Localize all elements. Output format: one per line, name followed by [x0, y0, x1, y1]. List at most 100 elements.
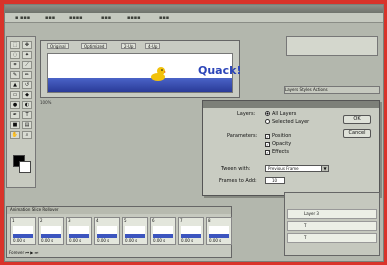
- tab-4-up[interactable]: 4-Up: [145, 43, 161, 49]
- frame-delay[interactable]: 0.00 s: [181, 238, 193, 243]
- layers-label: Layers:: [237, 111, 256, 117]
- chevron-down-icon: ▼: [321, 166, 328, 171]
- title-bar: [5, 5, 383, 13]
- tab-animation[interactable]: Animation: [10, 207, 30, 212]
- shape-tool-icon[interactable]: ■: [10, 121, 20, 129]
- frame-delay[interactable]: 0.00 s: [97, 238, 109, 243]
- loop-select[interactable]: Forever: [9, 250, 24, 255]
- cancel-button[interactable]: Cancel: [343, 129, 371, 138]
- opacity-checkbox[interactable]: ✓ Opacity: [265, 141, 291, 147]
- slice-tool-icon[interactable]: ⟋: [22, 61, 32, 69]
- play-icon[interactable]: ▶: [30, 250, 33, 255]
- dodge-tool-icon[interactable]: ◐: [22, 101, 32, 109]
- checkmark-icon: ✓: [265, 142, 270, 147]
- tab-slice[interactable]: Slice: [32, 207, 41, 212]
- history-brush-icon[interactable]: ↺: [22, 81, 32, 89]
- frame-delay[interactable]: 0.00 s: [69, 238, 81, 243]
- tween-with-label: Tween with:: [221, 166, 251, 172]
- marquee-tool-icon[interactable]: ⬚: [10, 41, 20, 49]
- tween-with-select[interactable]: Previous Frame ▼: [265, 165, 329, 172]
- document-window: Original Optimized 2-Up 4-Up Quack!: [40, 40, 241, 98]
- frame-number: 6: [152, 218, 155, 223]
- tab-original[interactable]: Original: [47, 43, 69, 49]
- effects-checkbox[interactable]: ✓ Effects: [265, 149, 289, 155]
- tab-rollover[interactable]: Rollover: [42, 207, 58, 212]
- move-tool-icon[interactable]: ✥: [22, 41, 32, 49]
- panel-tab-strip: Layers Styles Actions: [284, 86, 380, 94]
- position-checkbox[interactable]: ✓ Position: [265, 133, 291, 139]
- magic-wand-icon[interactable]: ✦: [22, 51, 32, 59]
- frame-thumbnail: [97, 226, 117, 238]
- animation-frame[interactable]: 2 0.00 s: [38, 217, 64, 245]
- layer-row[interactable]: T: [287, 233, 377, 243]
- menu-item[interactable]: ▪▪▪: [101, 15, 111, 21]
- animation-frame[interactable]: 6 0.00 s: [150, 217, 176, 245]
- menu-item[interactable]: ▪▪▪▪: [127, 15, 141, 21]
- stamp-tool-icon[interactable]: ▲: [10, 81, 20, 89]
- option-label: Effects: [272, 149, 289, 155]
- selected-layer-radio[interactable]: Selected Layer: [265, 119, 309, 125]
- frame-delay[interactable]: 0.00 s: [153, 238, 165, 243]
- tab-layers[interactable]: Layers: [285, 87, 298, 92]
- bucket-tool-icon[interactable]: ◆: [22, 91, 32, 99]
- frame-number: 3: [68, 218, 71, 223]
- layer-name: Layer 3: [304, 211, 319, 216]
- menu-item[interactable]: ▪▪▪: [45, 15, 55, 21]
- hand-tool-icon[interactable]: ✋: [10, 131, 20, 139]
- brush-tool-icon[interactable]: ✎: [10, 71, 20, 79]
- all-layers-radio[interactable]: All Layers: [265, 111, 296, 117]
- pen-tool-icon[interactable]: ✒: [10, 111, 20, 119]
- radio-icon: [265, 111, 270, 116]
- lasso-tool-icon[interactable]: ◌: [10, 51, 20, 59]
- frame-thumbnail: [41, 226, 61, 238]
- background-color-swatch[interactable]: [19, 161, 31, 173]
- select-value: Previous Frame: [268, 166, 299, 171]
- forward-icon[interactable]: ⏭: [35, 250, 39, 255]
- option-label: All Layers: [272, 111, 297, 117]
- menu-item[interactable]: ▪ ▪▪▪: [15, 15, 30, 21]
- frame-delay[interactable]: 0.00 s: [125, 238, 137, 243]
- frames-to-add-input[interactable]: 10: [265, 177, 285, 184]
- crop-tool-icon[interactable]: ⌗: [10, 61, 20, 69]
- ok-button[interactable]: OK: [343, 115, 371, 124]
- frame-thumbnail: [125, 226, 145, 238]
- frame-thumbnail: [209, 226, 229, 238]
- animation-panel: Animation Slice Rollover 1 0.00 s 2 0.00 s…: [6, 206, 232, 258]
- rewind-icon[interactable]: ⏮: [25, 250, 29, 255]
- frames-to-add-label: Frames to Add:: [219, 178, 257, 184]
- tween-dialog: Layers: All Layers Selected Layer Parame…: [202, 100, 380, 196]
- tab-optimized[interactable]: Optimized: [81, 43, 108, 49]
- radio-icon: [265, 119, 270, 124]
- frame-delay[interactable]: 0.00 s: [13, 238, 25, 243]
- animation-tabs: Animation Slice Rollover: [7, 207, 231, 214]
- menu-item[interactable]: ▪▪▪: [159, 15, 169, 21]
- animation-frame[interactable]: 5 0.00 s: [122, 217, 148, 245]
- option-label: Position: [272, 133, 292, 139]
- option-label: Opacity: [272, 141, 292, 147]
- notes-tool-icon[interactable]: ▤: [22, 121, 32, 129]
- layer-row[interactable]: T: [287, 221, 377, 231]
- tab-2-up[interactable]: 2-Up: [121, 43, 137, 49]
- eraser-tool-icon[interactable]: ▭: [10, 91, 20, 99]
- menu-item[interactable]: ▪▪▪▪: [69, 15, 83, 21]
- frame-delay[interactable]: 0.00 s: [209, 238, 221, 243]
- animation-frame[interactable]: 1 0.00 s: [10, 217, 36, 245]
- tab-styles[interactable]: Styles: [300, 87, 312, 92]
- animation-frame[interactable]: 4 0.00 s: [94, 217, 120, 245]
- pencil-tool-icon[interactable]: ✏: [22, 71, 32, 79]
- animation-frame[interactable]: 3 0.00 s: [66, 217, 92, 245]
- frame-number: 5: [124, 218, 127, 223]
- animation-frame[interactable]: 7 0.00 s: [178, 217, 204, 245]
- zoom-level[interactable]: 100%: [40, 100, 51, 105]
- frame-number: 2: [40, 218, 43, 223]
- type-tool-icon[interactable]: T: [22, 111, 32, 119]
- layers-panel: Layer 3 T T: [284, 192, 380, 256]
- tab-actions[interactable]: Actions: [313, 87, 328, 92]
- blur-tool-icon[interactable]: ●: [10, 101, 20, 109]
- option-label: Selected Layer: [272, 119, 310, 125]
- animation-frame[interactable]: 8 0.00 s: [206, 217, 232, 245]
- zoom-tool-icon[interactable]: ⌕: [22, 131, 32, 139]
- layer-row[interactable]: Layer 3: [287, 209, 377, 219]
- image-canvas[interactable]: Quack!: [47, 53, 241, 93]
- frame-delay[interactable]: 0.00 s: [41, 238, 53, 243]
